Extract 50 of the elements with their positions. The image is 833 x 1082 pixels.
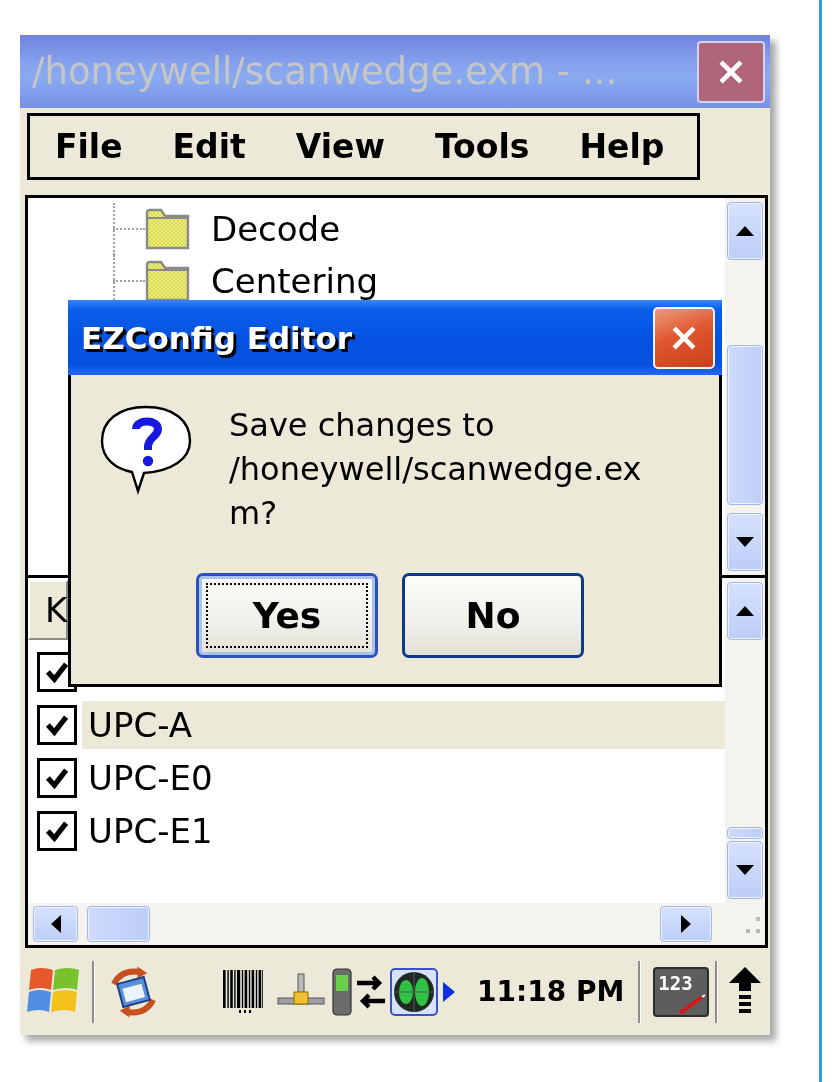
list-item[interactable]: UPC-A: [82, 700, 725, 749]
close-button[interactable]: [697, 40, 765, 103]
menu-item[interactable]: Edit: [147, 116, 271, 177]
scrollbar[interactable]: [725, 198, 765, 575]
taskbar-clock[interactable]: 11:18 PM: [477, 975, 625, 1008]
dialog-button[interactable]: Yes: [196, 573, 378, 658]
arrow-right-icon: [681, 915, 691, 933]
checkbox[interactable]: [37, 704, 77, 745]
menu-item[interactable]: File: [30, 116, 148, 177]
tree-item[interactable]: Decode: [209, 212, 343, 246]
input-panel-button[interactable]: 123: [653, 966, 710, 1017]
arrow-up-icon: [736, 606, 754, 616]
dialog-button[interactable]: No: [402, 573, 584, 658]
caret-icon[interactable]: [443, 981, 455, 1002]
menu-item[interactable]: Tools: [409, 116, 555, 177]
close-icon: [718, 58, 744, 85]
tree-item[interactable]: Centering: [209, 264, 380, 298]
checkbox[interactable]: [37, 810, 77, 851]
arrow-down-icon: [736, 865, 754, 875]
scroll-right-button[interactable]: [660, 906, 712, 942]
scrollbar-thumb[interactable]: [87, 906, 150, 942]
question-icon: [98, 403, 194, 495]
folder-icon: [145, 260, 191, 302]
barcode-icon[interactable]: [223, 969, 263, 1014]
column-header[interactable]: K: [28, 580, 68, 640]
arrow-left-icon: [50, 915, 61, 933]
handheld-sync-icon[interactable]: [331, 966, 387, 1017]
scroll-up-button[interactable]: [727, 202, 763, 260]
radar-icon[interactable]: [390, 967, 438, 1016]
scroll-down-button[interactable]: [727, 513, 763, 571]
arrow-down-icon: [736, 537, 754, 547]
scrollbar-thumb[interactable]: [727, 345, 763, 505]
scroll-down-button[interactable]: [727, 841, 763, 899]
pen-icon: [678, 993, 707, 1014]
scrollbar[interactable]: [28, 903, 720, 945]
scroll-left-button[interactable]: [33, 906, 78, 942]
list-item[interactable]: UPC-E0: [82, 753, 725, 802]
folder-icon: [145, 208, 191, 250]
dialog-message: Save changes to /honeywell/scanwedge.exm?: [229, 405, 643, 534]
scrollbar-thumb[interactable]: [727, 827, 763, 839]
window-title: /honeywell/scanwedge.exm - ...: [32, 50, 618, 93]
scrollbar[interactable]: [725, 578, 765, 903]
close-icon: [671, 324, 697, 351]
checkbox[interactable]: [37, 757, 77, 798]
list-item[interactable]: UPC-E1: [82, 806, 725, 855]
menu-item[interactable]: Help: [554, 116, 690, 177]
scroll-up-button[interactable]: [727, 582, 763, 640]
arrow-up-icon: [736, 226, 754, 236]
dialog-title: EZConfig Editor: [81, 319, 353, 356]
menu-item[interactable]: View: [270, 116, 410, 177]
